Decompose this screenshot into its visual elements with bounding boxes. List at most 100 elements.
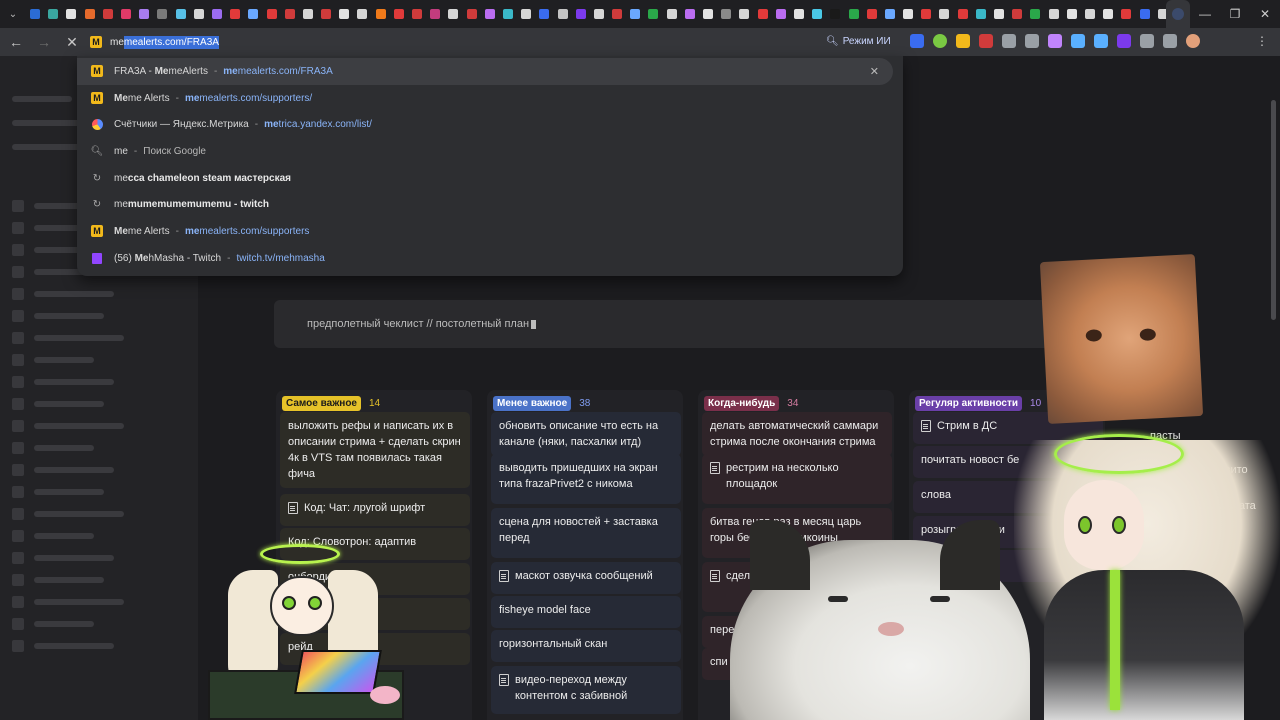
tab-active[interactable] — [1166, 0, 1190, 28]
extension-icon[interactable] — [1048, 34, 1062, 48]
tab[interactable] — [317, 0, 335, 28]
tab[interactable] — [226, 0, 244, 28]
tab[interactable] — [1008, 0, 1026, 28]
tab[interactable] — [535, 0, 553, 28]
tab[interactable] — [917, 0, 935, 28]
kanban-card[interactable]: горизонтальный скан — [491, 630, 681, 662]
tab[interactable] — [299, 0, 317, 28]
tab-search-chevron-icon[interactable]: ⌄ — [0, 0, 26, 28]
sidebar-item[interactable] — [12, 640, 114, 652]
tab[interactable] — [935, 0, 953, 28]
tab[interactable] — [208, 0, 226, 28]
extension-icon[interactable] — [979, 34, 993, 48]
suggestion-item[interactable]: M Meme Alerts - memealerts.com/supporters — [77, 218, 903, 245]
tab[interactable] — [572, 0, 590, 28]
sidebar-item[interactable] — [12, 332, 124, 344]
tab[interactable] — [626, 0, 644, 28]
kanban-card[interactable]: Код: Чат: лругой шрифт — [280, 494, 470, 526]
tab[interactable] — [390, 0, 408, 28]
sidebar-item[interactable] — [12, 442, 94, 454]
tab[interactable] — [353, 0, 371, 28]
tab[interactable] — [335, 0, 353, 28]
suggestion-item[interactable]: Счётчики — Яндекс.Метрика - metrica.yandex… — [77, 111, 903, 138]
suggestion-item[interactable]: (56) MehMasha - Twitch - twitch.tv/mehmash… — [77, 245, 903, 272]
tab[interactable] — [826, 0, 844, 28]
suggestion-item[interactable]: ↻ memumemumemumemu - twitch — [77, 191, 903, 218]
kanban-card[interactable]: рестрим на несколько площадок — [702, 454, 892, 504]
sidebar-item[interactable] — [12, 96, 72, 102]
kanban-card[interactable]: видео-переход между контентом с забивной — [491, 666, 681, 714]
extension-icon[interactable] — [1163, 34, 1177, 48]
tab[interactable] — [190, 0, 208, 28]
extension-icon[interactable] — [1071, 34, 1085, 48]
kanban-card[interactable]: маскот озвучка сообщений — [491, 562, 681, 594]
tab[interactable] — [772, 0, 790, 28]
sidebar-item[interactable] — [12, 398, 104, 410]
page-scrollbar[interactable] — [1271, 100, 1276, 320]
suggestion-item[interactable]: M FRA3A - MemeAlerts - memealerts.com/FRA3A… — [77, 58, 893, 85]
tab[interactable] — [863, 0, 881, 28]
page-description[interactable]: предполетный чеклист // постолетный план — [274, 300, 1054, 348]
tab[interactable] — [1081, 0, 1099, 28]
tab[interactable] — [408, 0, 426, 28]
tab[interactable] — [553, 0, 571, 28]
address-bar[interactable]: M memealerts.com/FRA3A — [82, 30, 902, 54]
tab[interactable] — [444, 0, 462, 28]
tab[interactable] — [754, 0, 772, 28]
close-window-icon[interactable]: ✕ — [1250, 0, 1280, 28]
sidebar-item[interactable] — [12, 376, 114, 388]
stop-loading-icon[interactable]: ✕ — [60, 30, 84, 54]
sidebar-item[interactable] — [12, 288, 114, 300]
sidebar-item[interactable] — [12, 574, 104, 586]
suggestion-item[interactable]: 🔍︎ me - Поиск Google — [77, 138, 903, 165]
tab[interactable] — [26, 0, 44, 28]
address-input[interactable]: memealerts.com/FRA3A — [110, 35, 219, 49]
extension-icon[interactable] — [933, 34, 947, 48]
tab[interactable] — [1154, 0, 1166, 28]
minimize-icon[interactable]: — — [1190, 0, 1220, 28]
sidebar-item[interactable] — [12, 618, 94, 630]
tab[interactable] — [808, 0, 826, 28]
tab[interactable] — [681, 0, 699, 28]
tab[interactable] — [663, 0, 681, 28]
tab[interactable] — [463, 0, 481, 28]
tab[interactable] — [481, 0, 499, 28]
suggestion-item[interactable]: ↻ mecca chameleon steam мастерская — [77, 165, 903, 192]
tab[interactable] — [608, 0, 626, 28]
tab[interactable] — [135, 0, 153, 28]
tab[interactable] — [1026, 0, 1044, 28]
sidebar-item[interactable] — [12, 200, 84, 212]
tab[interactable] — [62, 0, 80, 28]
remove-suggestion-icon[interactable]: ✕ — [870, 65, 879, 78]
tab[interactable] — [699, 0, 717, 28]
tab[interactable] — [899, 0, 917, 28]
extension-icon[interactable] — [1186, 34, 1200, 48]
tab[interactable] — [172, 0, 190, 28]
extension-icon[interactable] — [1094, 34, 1108, 48]
restore-icon[interactable]: ❐ — [1220, 0, 1250, 28]
kanban-card[interactable]: выводить пришедших на экран типа frazaPr… — [491, 454, 681, 504]
extension-icon[interactable] — [956, 34, 970, 48]
sidebar-item[interactable] — [12, 486, 104, 498]
tab[interactable] — [1135, 0, 1153, 28]
tab[interactable] — [499, 0, 517, 28]
forward-icon[interactable]: → — [32, 30, 56, 54]
kanban-card[interactable]: fisheye model face — [491, 596, 681, 628]
tab[interactable] — [81, 0, 99, 28]
tab[interactable] — [972, 0, 990, 28]
sidebar-item[interactable] — [12, 596, 124, 608]
sidebar-item[interactable] — [12, 420, 124, 432]
tab[interactable] — [1099, 0, 1117, 28]
tab[interactable] — [644, 0, 662, 28]
extension-icon[interactable] — [1002, 34, 1016, 48]
sidebar-item[interactable] — [12, 310, 104, 322]
ai-mode-button[interactable]: 🔍︎ Режим ИИ — [826, 32, 891, 50]
tab[interactable] — [735, 0, 753, 28]
tab[interactable] — [881, 0, 899, 28]
tab[interactable] — [99, 0, 117, 28]
sidebar-item[interactable] — [12, 144, 82, 150]
tab[interactable] — [790, 0, 808, 28]
extension-icon[interactable] — [1025, 34, 1039, 48]
tab[interactable] — [372, 0, 390, 28]
kanban-card[interactable]: выложить рефы и написать их в описании с… — [280, 412, 470, 488]
